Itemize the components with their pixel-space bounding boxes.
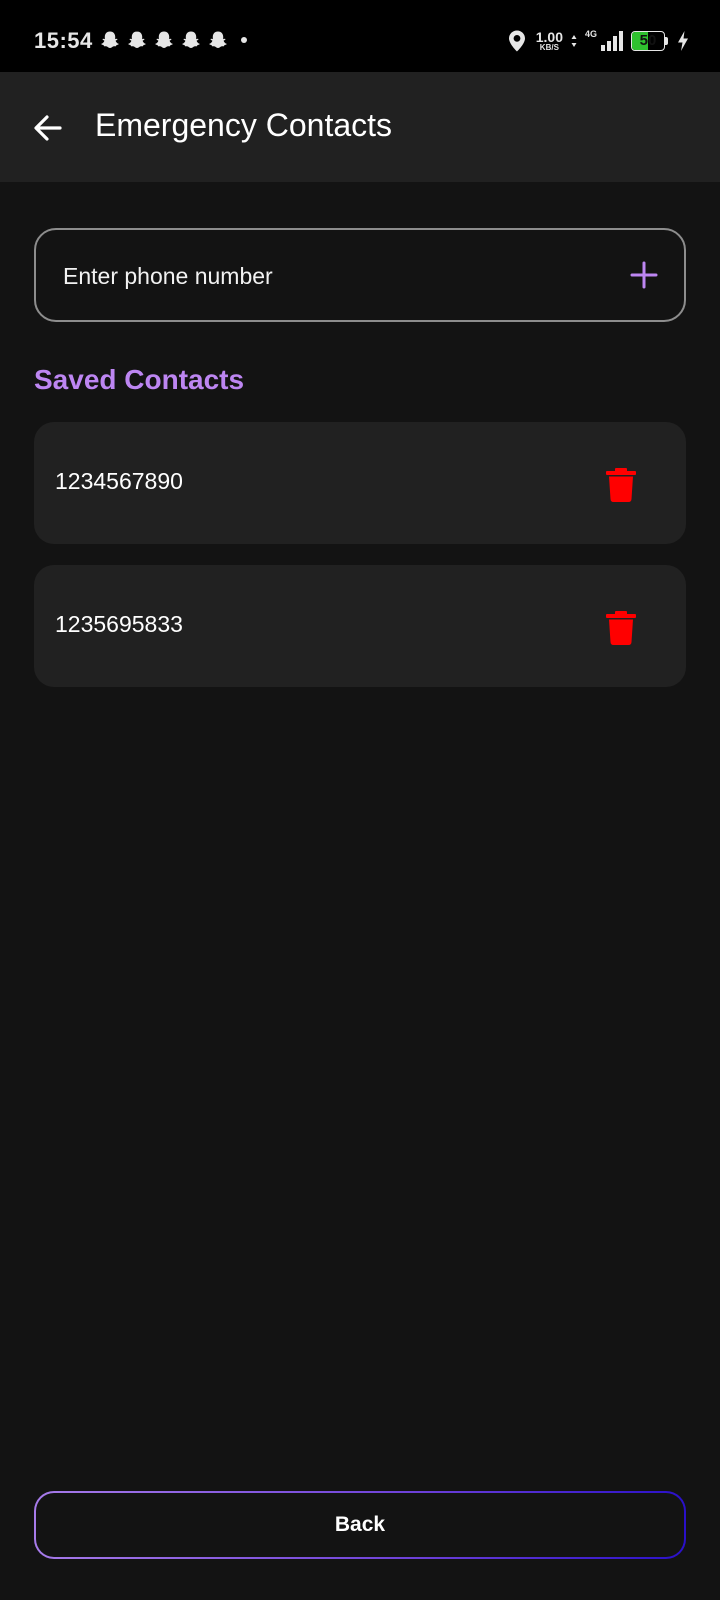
status-indicators: 1.00 KB/S 4G 50 (506, 26, 690, 56)
status-time: 15:54 (34, 28, 93, 53)
snapchat-icon (182, 31, 200, 48)
emergency-contacts-screen: 15:54 1.00 KB/S 4G 50 Emergency Contacts… (0, 0, 720, 1600)
snapchat-icon (209, 31, 227, 48)
snapchat-icon (155, 31, 173, 48)
phone-number-field (34, 228, 686, 322)
app-bar: Emergency Contacts (0, 72, 720, 182)
contact-item: 1235695833 (34, 565, 686, 687)
battery-level: 50 (639, 32, 657, 49)
contact-number: 1235695833 (55, 611, 183, 637)
snapchat-icon (128, 31, 146, 48)
saved-contacts-title: Saved Contacts (34, 364, 245, 395)
more-notifications-dot-icon (241, 37, 247, 43)
contact-item: 1234567890 (34, 422, 686, 544)
contact-number: 1234567890 (55, 468, 183, 494)
location-icon (508, 30, 525, 52)
network-speed: 1.00 KB/S (536, 30, 563, 52)
back-button[interactable]: Back (34, 1491, 686, 1559)
network-type: 4G (584, 29, 597, 39)
data-transfer-icon (571, 35, 577, 47)
trash-icon[interactable] (606, 611, 636, 645)
notification-icons (100, 30, 247, 50)
status-bar: 15:54 1.00 KB/S 4G 50 (0, 0, 720, 72)
arrow-left-icon[interactable] (30, 110, 66, 146)
signal-strength-icon (601, 31, 623, 51)
network-speed-value: 1.00 (535, 29, 563, 45)
network-speed-unit: KB/S (539, 43, 559, 52)
charging-icon (678, 31, 688, 51)
plus-icon[interactable] (624, 255, 664, 295)
battery-icon: 50 (631, 31, 668, 51)
phone-number-input[interactable] (61, 252, 595, 300)
page-title: Emergency Contacts (95, 107, 393, 143)
trash-icon[interactable] (606, 468, 636, 502)
snapchat-icon (101, 31, 119, 48)
